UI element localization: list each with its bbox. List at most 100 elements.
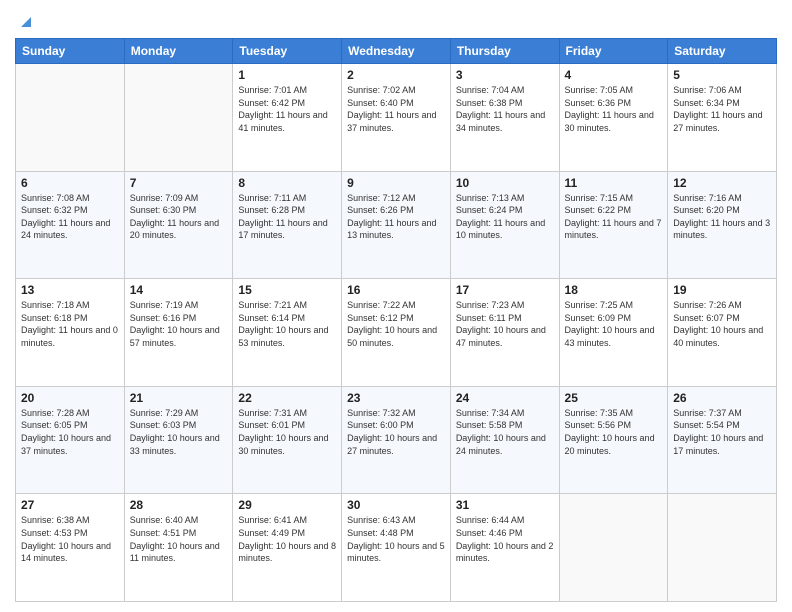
calendar-cell xyxy=(124,64,233,172)
day-number: 20 xyxy=(21,391,119,405)
day-info: Sunrise: 7:35 AM Sunset: 5:56 PM Dayligh… xyxy=(565,407,663,457)
day-number: 1 xyxy=(238,68,336,82)
day-info: Sunrise: 7:21 AM Sunset: 6:14 PM Dayligh… xyxy=(238,299,336,349)
day-number: 18 xyxy=(565,283,663,297)
calendar-week-2: 13 Sunrise: 7:18 AM Sunset: 6:18 PM Dayli… xyxy=(16,279,777,387)
weekday-header-sunday: Sunday xyxy=(16,39,125,64)
day-number: 3 xyxy=(456,68,554,82)
day-number: 27 xyxy=(21,498,119,512)
day-number: 13 xyxy=(21,283,119,297)
day-number: 2 xyxy=(347,68,445,82)
calendar-cell: 1 Sunrise: 7:01 AM Sunset: 6:42 PM Daylig… xyxy=(233,64,342,172)
day-info: Sunrise: 7:13 AM Sunset: 6:24 PM Dayligh… xyxy=(456,192,554,242)
day-number: 10 xyxy=(456,176,554,190)
day-info: Sunrise: 7:06 AM Sunset: 6:34 PM Dayligh… xyxy=(673,84,771,134)
page: SundayMondayTuesdayWednesdayThursdayFrid… xyxy=(0,0,792,612)
logo-icon xyxy=(17,13,35,31)
weekday-header-monday: Monday xyxy=(124,39,233,64)
day-number: 8 xyxy=(238,176,336,190)
calendar-cell: 27 Sunrise: 6:38 AM Sunset: 4:53 PM Dayli… xyxy=(16,494,125,602)
calendar-cell: 4 Sunrise: 7:05 AM Sunset: 6:36 PM Daylig… xyxy=(559,64,668,172)
day-info: Sunrise: 6:44 AM Sunset: 4:46 PM Dayligh… xyxy=(456,514,554,564)
day-info: Sunrise: 7:01 AM Sunset: 6:42 PM Dayligh… xyxy=(238,84,336,134)
day-number: 19 xyxy=(673,283,771,297)
calendar-cell: 18Sunrise: 7:25 AM Sunset: 6:09 PM Dayli… xyxy=(559,279,668,387)
calendar-week-1: 6 Sunrise: 7:08 AM Sunset: 6:32 PM Daylig… xyxy=(16,171,777,279)
day-number: 17 xyxy=(456,283,554,297)
calendar-cell xyxy=(16,64,125,172)
calendar-cell: 23Sunrise: 7:32 AM Sunset: 6:00 PM Dayli… xyxy=(342,386,451,494)
calendar-cell: 5Sunrise: 7:06 AM Sunset: 6:34 PM Daylig… xyxy=(668,64,777,172)
calendar-cell: 2 Sunrise: 7:02 AM Sunset: 6:40 PM Daylig… xyxy=(342,64,451,172)
day-info: Sunrise: 7:05 AM Sunset: 6:36 PM Dayligh… xyxy=(565,84,663,134)
header xyxy=(15,10,777,30)
day-number: 11 xyxy=(565,176,663,190)
calendar-cell: 7Sunrise: 7:09 AM Sunset: 6:30 PM Daylig… xyxy=(124,171,233,279)
calendar-table: SundayMondayTuesdayWednesdayThursdayFrid… xyxy=(15,38,777,602)
calendar-cell: 22 Sunrise: 7:31 AM Sunset: 6:01 PM Dayli… xyxy=(233,386,342,494)
day-info: Sunrise: 7:18 AM Sunset: 6:18 PM Dayligh… xyxy=(21,299,119,349)
calendar-cell: 28 Sunrise: 6:40 AM Sunset: 4:51 PM Dayli… xyxy=(124,494,233,602)
calendar-cell: 6 Sunrise: 7:08 AM Sunset: 6:32 PM Daylig… xyxy=(16,171,125,279)
day-number: 25 xyxy=(565,391,663,405)
day-info: Sunrise: 7:15 AM Sunset: 6:22 PM Dayligh… xyxy=(565,192,663,242)
day-number: 9 xyxy=(347,176,445,190)
calendar-cell: 17 Sunrise: 7:23 AM Sunset: 6:11 PM Dayli… xyxy=(450,279,559,387)
day-info: Sunrise: 6:40 AM Sunset: 4:51 PM Dayligh… xyxy=(130,514,228,564)
weekday-header-friday: Friday xyxy=(559,39,668,64)
day-number: 26 xyxy=(673,391,771,405)
day-info: Sunrise: 7:08 AM Sunset: 6:32 PM Dayligh… xyxy=(21,192,119,242)
day-info: Sunrise: 7:23 AM Sunset: 6:11 PM Dayligh… xyxy=(456,299,554,349)
day-number: 28 xyxy=(130,498,228,512)
calendar-cell: 19 Sunrise: 7:26 AM Sunset: 6:07 PM Dayli… xyxy=(668,279,777,387)
calendar-cell: 25 Sunrise: 7:35 AM Sunset: 5:56 PM Dayli… xyxy=(559,386,668,494)
day-number: 21 xyxy=(130,391,228,405)
day-info: Sunrise: 7:12 AM Sunset: 6:26 PM Dayligh… xyxy=(347,192,445,242)
day-number: 31 xyxy=(456,498,554,512)
day-info: Sunrise: 7:02 AM Sunset: 6:40 PM Dayligh… xyxy=(347,84,445,134)
calendar-cell: 29Sunrise: 6:41 AM Sunset: 4:49 PM Dayli… xyxy=(233,494,342,602)
calendar-cell: 12 Sunrise: 7:16 AM Sunset: 6:20 PM Dayli… xyxy=(668,171,777,279)
calendar-cell: 3 Sunrise: 7:04 AM Sunset: 6:38 PM Daylig… xyxy=(450,64,559,172)
calendar-cell: 20Sunrise: 7:28 AM Sunset: 6:05 PM Dayli… xyxy=(16,386,125,494)
day-info: Sunrise: 7:34 AM Sunset: 5:58 PM Dayligh… xyxy=(456,407,554,457)
calendar-cell: 31 Sunrise: 6:44 AM Sunset: 4:46 PM Dayli… xyxy=(450,494,559,602)
day-info: Sunrise: 7:26 AM Sunset: 6:07 PM Dayligh… xyxy=(673,299,771,349)
day-number: 6 xyxy=(21,176,119,190)
calendar-cell: 8 Sunrise: 7:11 AM Sunset: 6:28 PM Daylig… xyxy=(233,171,342,279)
day-number: 29 xyxy=(238,498,336,512)
day-info: Sunrise: 7:32 AM Sunset: 6:00 PM Dayligh… xyxy=(347,407,445,457)
day-number: 24 xyxy=(456,391,554,405)
day-number: 12 xyxy=(673,176,771,190)
logo-main xyxy=(15,10,35,32)
day-number: 30 xyxy=(347,498,445,512)
calendar-cell: 14 Sunrise: 7:19 AM Sunset: 6:16 PM Dayli… xyxy=(124,279,233,387)
calendar-cell xyxy=(668,494,777,602)
day-info: Sunrise: 7:29 AM Sunset: 6:03 PM Dayligh… xyxy=(130,407,228,457)
calendar-cell: 9 Sunrise: 7:12 AM Sunset: 6:26 PM Daylig… xyxy=(342,171,451,279)
day-info: Sunrise: 7:16 AM Sunset: 6:20 PM Dayligh… xyxy=(673,192,771,242)
day-number: 16 xyxy=(347,283,445,297)
calendar-cell: 30 Sunrise: 6:43 AM Sunset: 4:48 PM Dayli… xyxy=(342,494,451,602)
day-number: 15 xyxy=(238,283,336,297)
calendar-cell: 15 Sunrise: 7:21 AM Sunset: 6:14 PM Dayli… xyxy=(233,279,342,387)
day-info: Sunrise: 6:38 AM Sunset: 4:53 PM Dayligh… xyxy=(21,514,119,564)
day-info: Sunrise: 7:22 AM Sunset: 6:12 PM Dayligh… xyxy=(347,299,445,349)
calendar-cell: 11 Sunrise: 7:15 AM Sunset: 6:22 PM Dayli… xyxy=(559,171,668,279)
calendar-cell: 26 Sunrise: 7:37 AM Sunset: 5:54 PM Dayli… xyxy=(668,386,777,494)
day-info: Sunrise: 7:31 AM Sunset: 6:01 PM Dayligh… xyxy=(238,407,336,457)
day-number: 7 xyxy=(130,176,228,190)
day-number: 22 xyxy=(238,391,336,405)
day-number: 14 xyxy=(130,283,228,297)
day-info: Sunrise: 7:37 AM Sunset: 5:54 PM Dayligh… xyxy=(673,407,771,457)
day-info: Sunrise: 6:43 AM Sunset: 4:48 PM Dayligh… xyxy=(347,514,445,564)
calendar-cell: 10 Sunrise: 7:13 AM Sunset: 6:24 PM Dayli… xyxy=(450,171,559,279)
day-info: Sunrise: 7:19 AM Sunset: 6:16 PM Dayligh… xyxy=(130,299,228,349)
day-info: Sunrise: 7:11 AM Sunset: 6:28 PM Dayligh… xyxy=(238,192,336,242)
calendar-cell: 16 Sunrise: 7:22 AM Sunset: 6:12 PM Dayli… xyxy=(342,279,451,387)
calendar-cell: 24 Sunrise: 7:34 AM Sunset: 5:58 PM Dayli… xyxy=(450,386,559,494)
logo xyxy=(15,10,35,30)
day-number: 4 xyxy=(565,68,663,82)
day-info: Sunrise: 7:04 AM Sunset: 6:38 PM Dayligh… xyxy=(456,84,554,134)
calendar-week-3: 20Sunrise: 7:28 AM Sunset: 6:05 PM Dayli… xyxy=(16,386,777,494)
